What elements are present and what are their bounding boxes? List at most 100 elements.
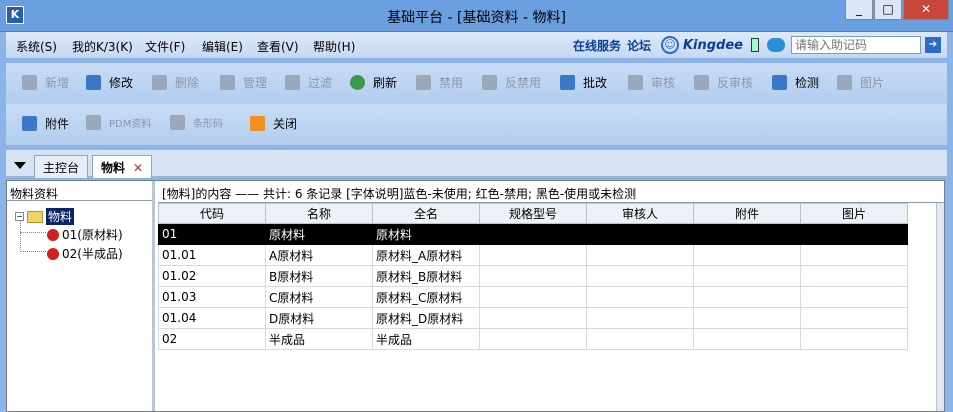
table-row[interactable]: 02 半成品 半成品 (158, 328, 908, 350)
smiley-icon[interactable]: ☺ (660, 36, 679, 54)
table-cell[interactable]: 半成品 (265, 328, 373, 350)
tree-node-label[interactable]: 02(半成品) (62, 245, 123, 262)
edit-button[interactable]: 修改 (86, 74, 133, 91)
table-cell[interactable] (479, 244, 587, 266)
forum-link[interactable]: 论坛 (627, 37, 651, 54)
menu-system[interactable]: 系统(S) (16, 38, 57, 55)
table-row[interactable]: 01.02 B原材料 原材料_B原材料 (158, 265, 908, 287)
table-cell[interactable]: 01.01 (158, 244, 266, 266)
table-cell[interactable]: 原材料_C原材料 (372, 286, 480, 308)
disable-button[interactable]: 禁用 (416, 74, 463, 91)
table-cell[interactable]: 原材料 (372, 223, 480, 245)
tree-node-raw-material[interactable]: 01(原材料) (47, 226, 123, 243)
table-row[interactable]: 01.03 C原材料 原材料_C原材料 (158, 286, 908, 308)
phone-icon[interactable] (751, 38, 759, 52)
table-cell[interactable] (586, 286, 694, 308)
table-cell[interactable]: B原材料 (265, 265, 373, 287)
cloud-icon[interactable] (767, 38, 785, 52)
table-cell[interactable] (693, 223, 801, 245)
menu-file[interactable]: 文件(F) (145, 38, 185, 55)
table-cell[interactable]: 01.03 (158, 286, 266, 308)
attachment-button[interactable]: 附件 (22, 115, 69, 132)
table-cell[interactable] (693, 307, 801, 329)
table-cell[interactable] (479, 328, 587, 350)
table-cell[interactable] (586, 223, 694, 245)
col-header-image[interactable]: 图片 (800, 203, 908, 224)
filter-button[interactable]: 过滤 (285, 74, 332, 91)
table-cell[interactable] (586, 328, 694, 350)
col-header-spec[interactable]: 规格型号 (479, 203, 587, 224)
table-cell[interactable]: 原材料_D原材料 (372, 307, 480, 329)
col-header-attachment[interactable]: 附件 (693, 203, 801, 224)
check-button[interactable]: 检测 (772, 74, 819, 91)
tree-root-label[interactable]: 物料 (46, 208, 75, 225)
table-cell[interactable] (586, 307, 694, 329)
add-button[interactable]: 新增 (22, 74, 69, 91)
table-cell[interactable] (800, 223, 908, 245)
image-button[interactable]: 图片 (837, 74, 884, 91)
table-cell[interactable]: C原材料 (265, 286, 373, 308)
go-arrow-icon[interactable]: ➔ (925, 37, 941, 53)
close-window-button[interactable]: 关闭 (250, 115, 297, 132)
menu-edit[interactable]: 编辑(E) (202, 38, 243, 55)
menu-my-k3[interactable]: 我的K/3(K) (72, 38, 133, 55)
table-cell[interactable] (800, 286, 908, 308)
table-cell[interactable]: 01.02 (158, 265, 266, 287)
table-cell[interactable] (800, 307, 908, 329)
audit-button[interactable]: 审核 (628, 74, 675, 91)
tab-close-icon[interactable]: ✕ (133, 161, 143, 175)
unaudit-button[interactable]: 反审核 (694, 74, 753, 91)
tab-material[interactable]: 物料 ✕ (92, 155, 153, 178)
menu-view[interactable]: 查看(V) (257, 38, 299, 55)
delete-button[interactable]: 删除 (152, 74, 199, 91)
table-cell[interactable] (693, 286, 801, 308)
table-cell[interactable]: 02 (158, 328, 266, 350)
barcode-button[interactable]: 条形码 (170, 115, 223, 130)
table-cell[interactable] (800, 265, 908, 287)
tree-node-label[interactable]: 01(原材料) (62, 226, 123, 243)
col-header-auditor[interactable]: 审核人 (586, 203, 694, 224)
tree-node-semi-finished[interactable]: 02(半成品) (47, 245, 123, 262)
table-cell[interactable]: 01 (158, 223, 266, 245)
refresh-button[interactable]: 刷新 (350, 74, 397, 91)
online-service-link[interactable]: 在线服务 (573, 37, 621, 54)
table-row[interactable]: 01 原材料 原材料 (158, 223, 908, 245)
collapse-icon[interactable]: − (15, 212, 24, 221)
menu-help[interactable]: 帮助(H) (313, 38, 355, 55)
table-cell[interactable] (479, 223, 587, 245)
chevron-down-icon[interactable] (14, 162, 26, 169)
table-cell[interactable] (479, 307, 587, 329)
table-cell[interactable] (800, 328, 908, 350)
tab-main-console[interactable]: 主控台 (34, 155, 89, 178)
vertical-scrollbar[interactable] (936, 203, 944, 411)
table-cell[interactable] (479, 286, 587, 308)
minimize-button[interactable]: _ (845, 0, 873, 20)
table-cell[interactable]: 01.04 (158, 307, 266, 329)
col-header-name[interactable]: 名称 (265, 203, 373, 224)
table-cell[interactable]: 原材料_A原材料 (372, 244, 480, 266)
table-cell[interactable] (693, 328, 801, 350)
table-cell[interactable] (800, 244, 908, 266)
table-row[interactable]: 01.01 A原材料 原材料_A原材料 (158, 244, 908, 266)
table-cell[interactable] (479, 265, 587, 287)
manage-button[interactable]: 管理 (220, 74, 267, 91)
table-cell[interactable]: 原材料_B原材料 (372, 265, 480, 287)
table-cell[interactable]: 半成品 (372, 328, 480, 350)
table-cell[interactable] (693, 244, 801, 266)
table-cell[interactable] (586, 265, 694, 287)
tree-root-node[interactable]: − 物料 (15, 208, 75, 225)
close-button[interactable]: ✕ (903, 0, 949, 20)
col-header-code[interactable]: 代码 (158, 203, 266, 224)
table-cell[interactable] (586, 244, 694, 266)
table-cell[interactable]: D原材料 (265, 307, 373, 329)
table-row[interactable]: 01.04 D原材料 原材料_D原材料 (158, 307, 908, 329)
table-cell[interactable] (693, 265, 801, 287)
undisable-button[interactable]: 反禁用 (482, 74, 541, 91)
batch-edit-button[interactable]: 批改 (560, 74, 607, 91)
col-header-full-name[interactable]: 全名 (372, 203, 480, 224)
maximize-button[interactable]: □ (874, 0, 902, 20)
table-cell[interactable]: 原材料 (265, 223, 373, 245)
mnemonic-search-input[interactable] (791, 36, 921, 54)
table-cell[interactable]: A原材料 (265, 244, 373, 266)
pdm-button[interactable]: PDM资料 (86, 115, 151, 130)
